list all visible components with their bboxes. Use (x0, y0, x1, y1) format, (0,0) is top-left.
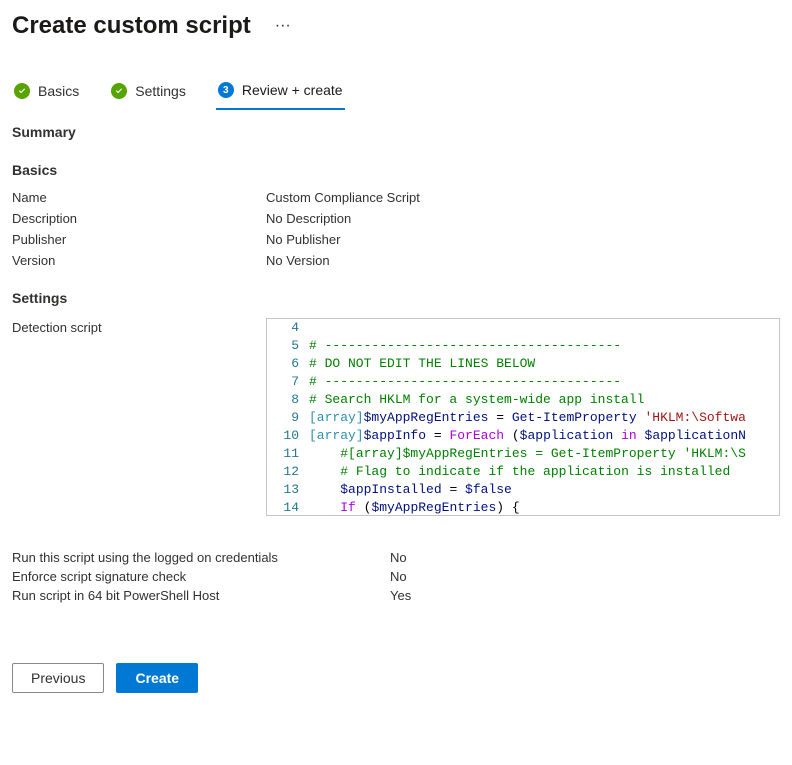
publisher-value: No Publisher (266, 232, 780, 247)
basics-heading: Basics (12, 162, 780, 178)
name-label: Name (12, 190, 266, 205)
previous-button[interactable]: Previous (12, 663, 104, 693)
description-label: Description (12, 211, 266, 226)
check-icon (14, 83, 30, 99)
page-title: Create custom script (12, 12, 251, 40)
summary-heading: Summary (12, 124, 780, 140)
tab-label: Basics (38, 83, 79, 99)
version-label: Version (12, 253, 266, 268)
description-value: No Description (266, 211, 780, 226)
settings-heading: Settings (12, 290, 780, 306)
tab-settings[interactable]: Settings (109, 76, 188, 110)
detection-script-preview: 4567891011121314 # ---------------------… (266, 318, 780, 516)
run-logged-value: No (390, 550, 780, 565)
tab-review-create[interactable]: 3 Review + create (216, 76, 345, 110)
code-gutter: 4567891011121314 (267, 319, 309, 515)
publisher-label: Publisher (12, 232, 266, 247)
sig-check-label: Enforce script signature check (12, 569, 390, 584)
ps64-label: Run script in 64 bit PowerShell Host (12, 588, 390, 603)
tab-basics[interactable]: Basics (12, 76, 81, 110)
tab-label: Settings (135, 83, 186, 99)
ps64-value: Yes (390, 588, 780, 603)
run-logged-label: Run this script using the logged on cred… (12, 550, 390, 565)
version-value: No Version (266, 253, 780, 268)
create-button[interactable]: Create (116, 663, 198, 693)
tab-label: Review + create (242, 82, 343, 98)
check-icon (111, 83, 127, 99)
wizard-tabs: Basics Settings 3 Review + create (12, 76, 780, 110)
name-value: Custom Compliance Script (266, 190, 780, 205)
more-icon[interactable]: ··· (275, 17, 291, 35)
step-number-badge: 3 (218, 82, 234, 98)
detection-script-label: Detection script (12, 318, 266, 335)
sig-check-value: No (390, 569, 780, 584)
footer-buttons: Previous Create (12, 663, 780, 693)
code-lines: # --------------------------------------… (309, 319, 779, 515)
